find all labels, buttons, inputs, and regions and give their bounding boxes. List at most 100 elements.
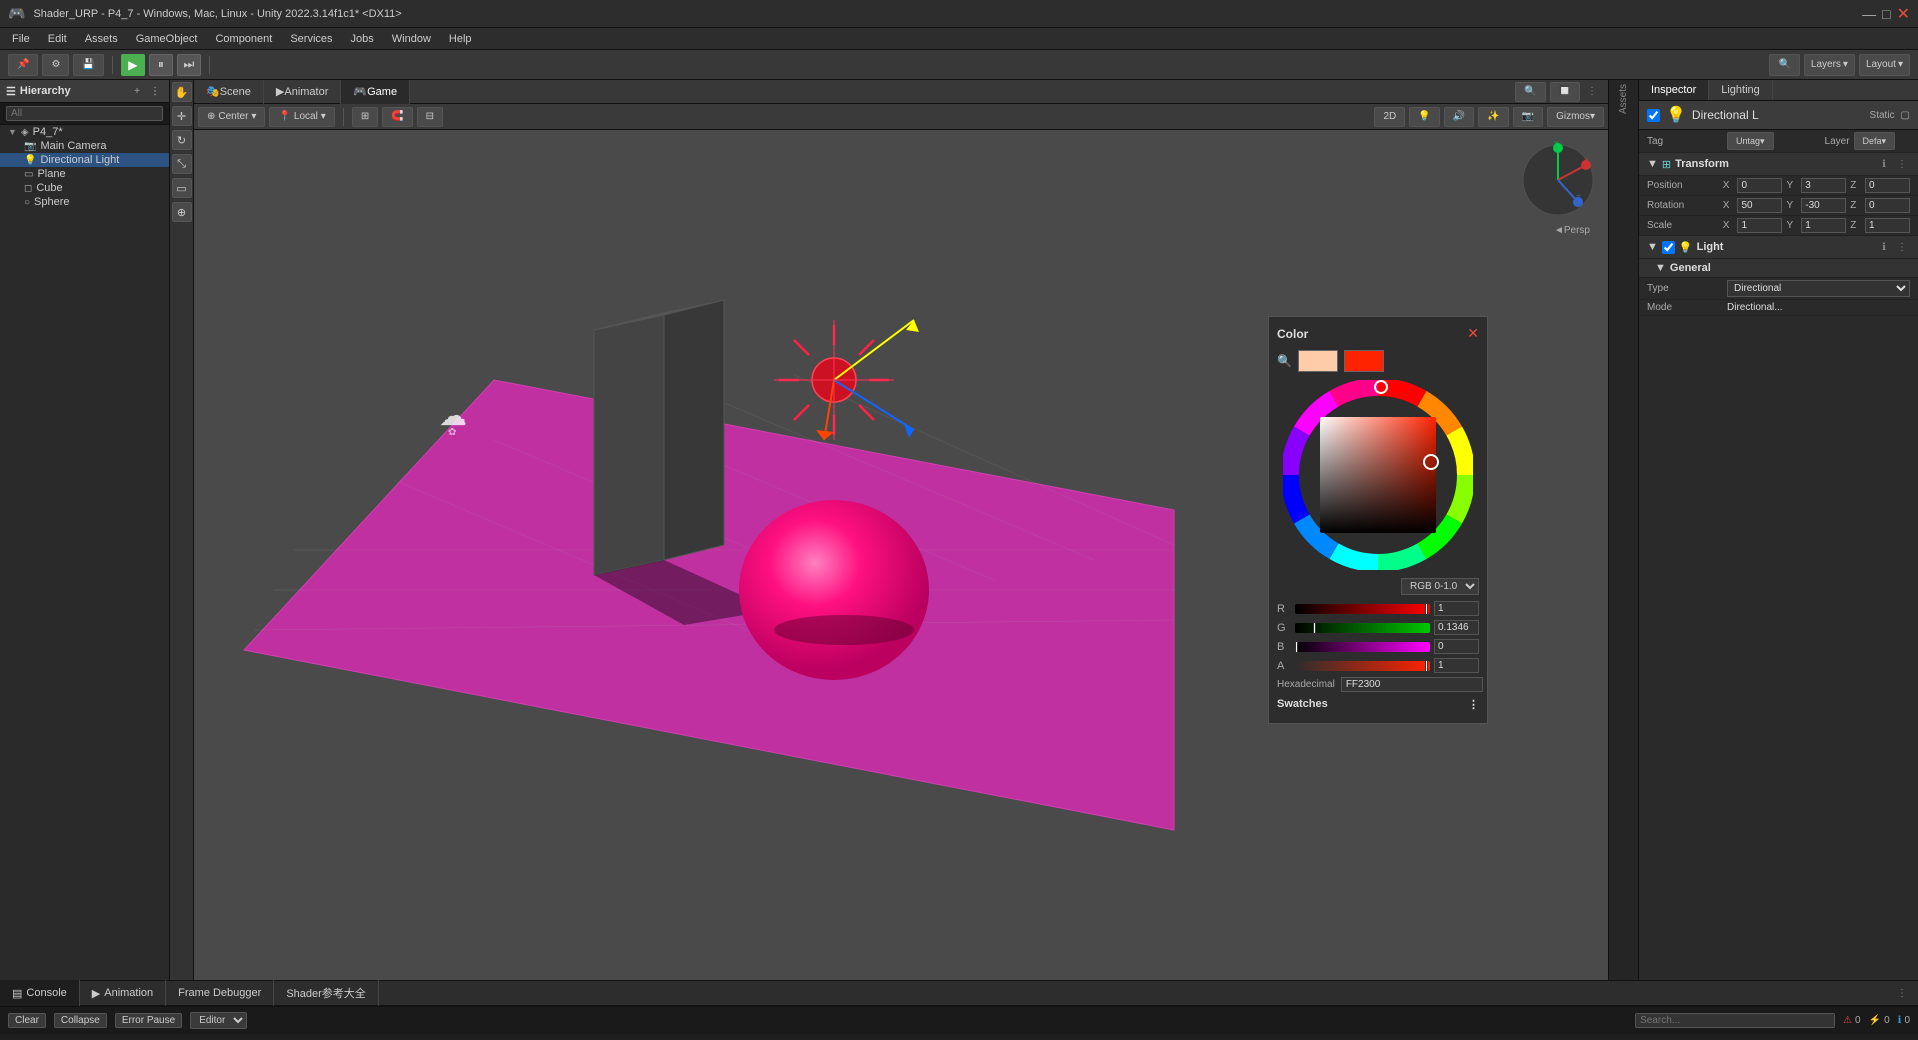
scale-x-input[interactable]: [1737, 218, 1782, 233]
close-icon[interactable]: ✕: [1897, 4, 1910, 24]
layers-dropdown[interactable]: Layers▾: [1804, 54, 1855, 76]
scale-tool[interactable]: ⤡: [172, 154, 192, 174]
menu-component[interactable]: Component: [207, 32, 280, 46]
menu-jobs[interactable]: Jobs: [343, 32, 382, 46]
toolbar-pin[interactable]: 📌: [8, 54, 38, 76]
transform-tool[interactable]: ⊕: [172, 202, 192, 222]
error-pause-button[interactable]: Error Pause: [115, 1013, 182, 1028]
rot-x-input[interactable]: [1737, 198, 1782, 213]
b-slider[interactable]: [1295, 642, 1430, 652]
light-type-select[interactable]: Directional Point Spot: [1727, 280, 1910, 297]
tab-scene[interactable]: 🎭 Scene: [194, 80, 264, 104]
layout-dropdown[interactable]: Layout▾: [1859, 54, 1910, 76]
rot-y-input[interactable]: [1801, 198, 1846, 213]
object-active-checkbox[interactable]: [1647, 109, 1660, 122]
toolbar-btn2[interactable]: 💾: [73, 54, 103, 76]
collapse-button[interactable]: Collapse: [54, 1013, 107, 1028]
r-slider[interactable]: [1295, 604, 1430, 614]
hierarchy-item-dirlight[interactable]: 💡 Directional Light: [0, 153, 169, 167]
color-wheel-svg[interactable]: [1283, 380, 1473, 570]
menu-help[interactable]: Help: [441, 32, 480, 46]
menu-assets[interactable]: Assets: [77, 32, 126, 46]
tab-inspector[interactable]: Inspector: [1639, 80, 1709, 100]
light-info-icon[interactable]: ℹ: [1876, 239, 1892, 255]
grid-btn[interactable]: ⊞: [352, 107, 378, 127]
light-enabled-checkbox[interactable]: [1662, 241, 1675, 254]
center-btn[interactable]: ⊕Center▾: [198, 107, 265, 127]
pos-y-input[interactable]: [1801, 178, 1846, 193]
rotate-tool[interactable]: ↻: [172, 130, 192, 150]
tab-frame-debugger[interactable]: Frame Debugger: [166, 980, 274, 1006]
scene-menu-icon[interactable]: ⋮: [1584, 84, 1600, 100]
pos-x-input[interactable]: [1737, 178, 1782, 193]
fx-btn[interactable]: ✨: [1478, 107, 1508, 127]
hierarchy-item-camera[interactable]: 📷 Main Camera: [0, 139, 169, 153]
scale-z-input[interactable]: [1865, 218, 1910, 233]
local-btn[interactable]: 📍Local▾: [269, 107, 334, 127]
transform-menu-icon[interactable]: ⋮: [1894, 156, 1910, 172]
hierarchy-item-sphere[interactable]: ○ Sphere: [0, 195, 169, 209]
scene-camera-btn[interactable]: 📷: [1513, 107, 1543, 127]
scale-y-input[interactable]: [1801, 218, 1846, 233]
audio-btn[interactable]: 🔊: [1444, 107, 1474, 127]
color-swatch-new[interactable]: [1344, 350, 1384, 372]
menu-file[interactable]: File: [4, 32, 38, 46]
hex-input[interactable]: [1341, 677, 1483, 692]
transform-section-header[interactable]: ▼ ⊞ Transform ℹ ⋮: [1639, 153, 1918, 176]
g-slider[interactable]: [1295, 623, 1430, 633]
tab-animation[interactable]: ▶ Animation: [80, 980, 166, 1006]
gizmos-btn[interactable]: 🔲: [1550, 82, 1580, 102]
pause-button[interactable]: ⏸: [149, 54, 173, 76]
search-scene-btn[interactable]: 🔍: [1515, 82, 1545, 102]
light-section-header[interactable]: ▼ 💡 Light ℹ ⋮: [1639, 236, 1918, 259]
menu-services[interactable]: Services: [282, 32, 340, 46]
a-slider[interactable]: [1295, 661, 1430, 671]
menu-window[interactable]: Window: [384, 32, 439, 46]
snap-btn[interactable]: 🧲: [382, 107, 412, 127]
color-swatch-old[interactable]: [1298, 350, 1338, 372]
hierarchy-menu-icon[interactable]: ⋮: [147, 83, 163, 99]
search-console-input[interactable]: [1635, 1013, 1835, 1028]
tab-animator[interactable]: ▶ Animator: [264, 80, 342, 104]
light-menu-icon[interactable]: ⋮: [1894, 239, 1910, 255]
move-tool[interactable]: ✛: [172, 106, 192, 126]
bottom-menu-icon[interactable]: ⋮: [1894, 985, 1910, 1001]
b-value-input[interactable]: [1434, 639, 1479, 654]
swatches-menu-icon[interactable]: ⋮: [1468, 698, 1479, 711]
layer-dropdown[interactable]: Defa▾: [1854, 132, 1896, 150]
hierarchy-item-plane[interactable]: ▭ Plane: [0, 167, 169, 181]
hierarchy-search-input[interactable]: [6, 106, 163, 121]
rect-tool[interactable]: ▭: [172, 178, 192, 198]
menu-gameobject[interactable]: GameObject: [128, 32, 206, 46]
color-wheel-container[interactable]: [1283, 380, 1473, 570]
r-value-input[interactable]: [1434, 601, 1479, 616]
transform-info-icon[interactable]: ℹ: [1876, 156, 1892, 172]
lighting-btn[interactable]: 💡: [1409, 107, 1439, 127]
color-picker-close-icon[interactable]: ✕: [1467, 325, 1479, 342]
search-button[interactable]: 🔍: [1769, 54, 1799, 76]
menu-edit[interactable]: Edit: [40, 32, 75, 46]
general-section-header[interactable]: ▼ General: [1639, 259, 1918, 278]
align-btn[interactable]: ⊟: [417, 107, 443, 127]
tab-shader-ref[interactable]: Shader参考大全: [274, 980, 378, 1006]
step-button[interactable]: ⏭: [177, 54, 201, 76]
tag-dropdown[interactable]: Untag▾: [1727, 132, 1774, 150]
hierarchy-add-icon[interactable]: +: [129, 83, 145, 99]
g-value-input[interactable]: [1434, 620, 1479, 635]
static-checkbox[interactable]: ▢: [1901, 110, 1910, 121]
hierarchy-item-cube[interactable]: ◻ Cube: [0, 181, 169, 195]
hierarchy-item-p4[interactable]: ▼ ◈ P4_7*: [0, 125, 169, 139]
pos-z-input[interactable]: [1865, 178, 1910, 193]
maximize-icon[interactable]: □: [1882, 6, 1890, 22]
editor-select[interactable]: Editor: [190, 1012, 247, 1029]
tab-lighting[interactable]: Lighting: [1709, 80, 1773, 100]
toolbar-btn1[interactable]: ⚙: [42, 54, 69, 76]
rot-z-input[interactable]: [1865, 198, 1910, 213]
minimize-icon[interactable]: —: [1862, 6, 1876, 22]
tab-game[interactable]: 🎮 Game: [341, 80, 410, 104]
play-button[interactable]: ▶: [121, 54, 145, 76]
hand-tool[interactable]: ✋: [172, 82, 192, 102]
a-value-input[interactable]: [1434, 658, 1479, 673]
gizmos-toggle-btn[interactable]: Gizmos▾: [1547, 107, 1604, 127]
eyedropper-icon[interactable]: 🔍: [1277, 354, 1292, 368]
